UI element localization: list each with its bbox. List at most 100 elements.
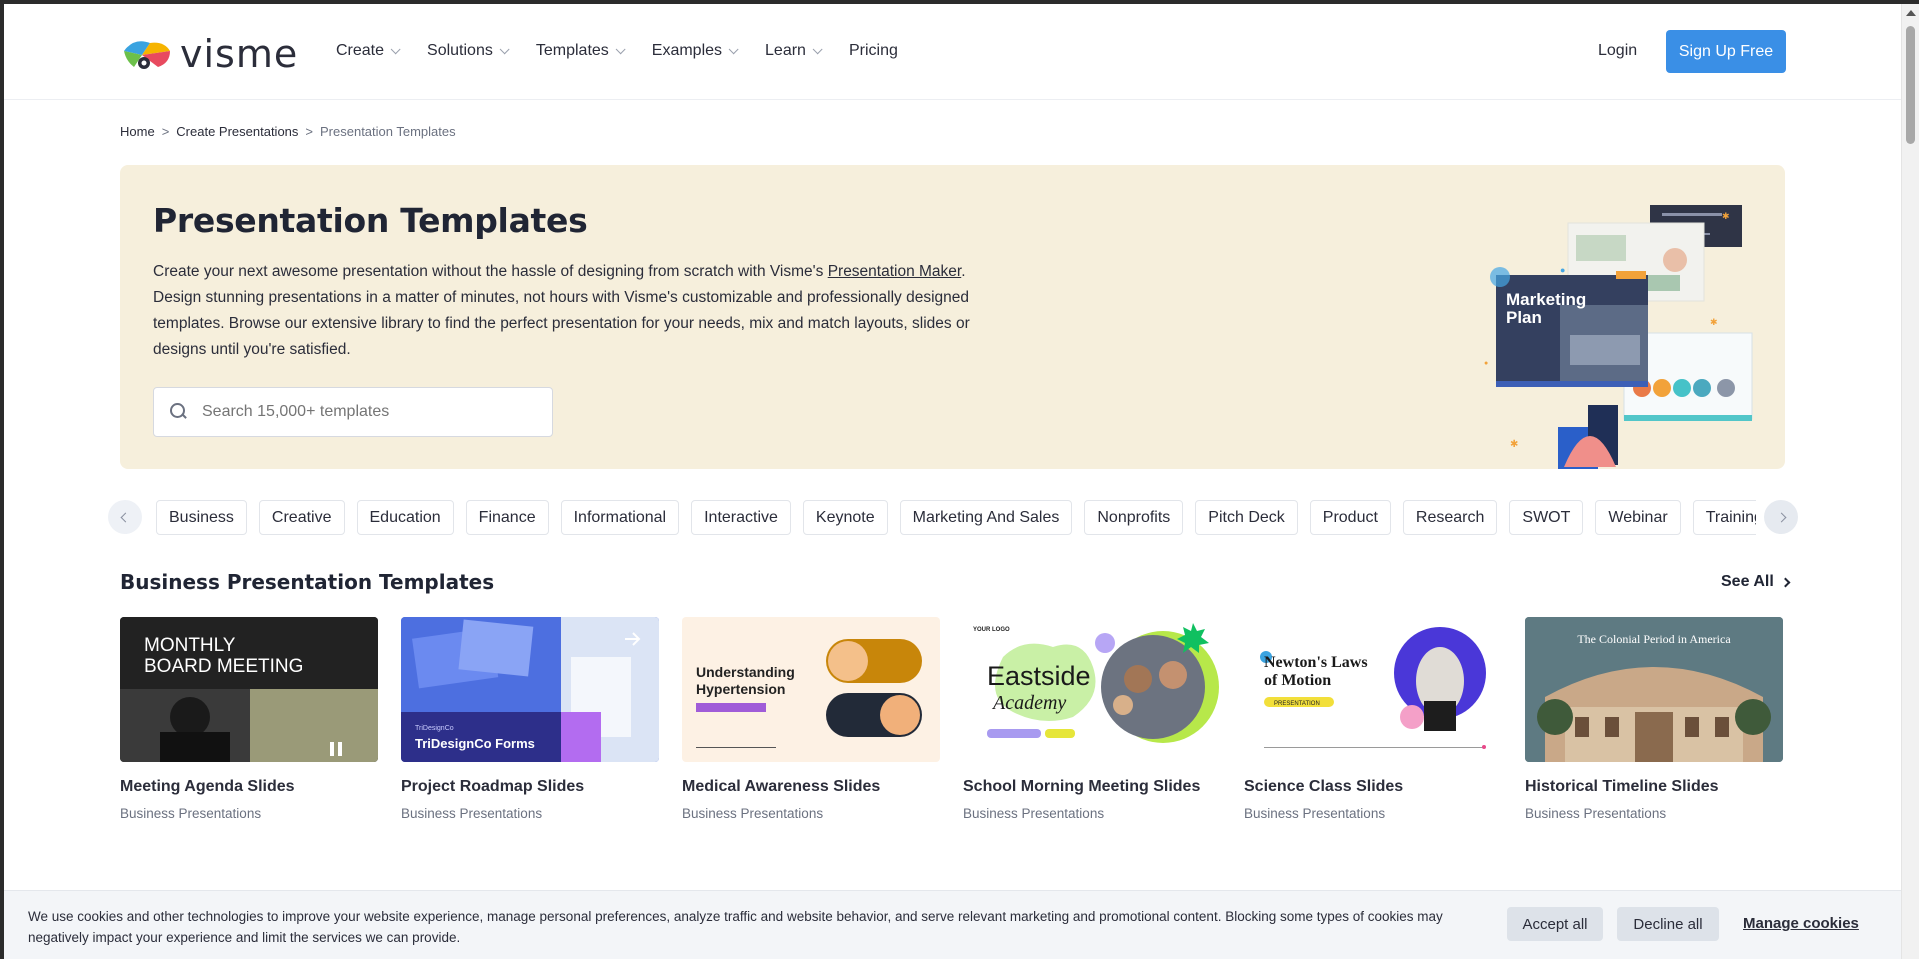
signup-button[interactable]: Sign Up Free — [1666, 30, 1786, 73]
decline-cookies-button[interactable]: Decline all — [1617, 907, 1719, 941]
chevron-down-icon — [812, 43, 823, 54]
manage-cookies-link[interactable]: Manage cookies — [1743, 915, 1859, 932]
template-category: Business Presentations — [1525, 806, 1667, 821]
see-all-link[interactable]: See All — [1721, 573, 1791, 591]
template-title[interactable]: School Morning Meeting Slides — [963, 778, 1221, 796]
template-search — [153, 387, 553, 437]
hero-description-text-1: Create your next awesome presentation wi… — [153, 263, 828, 280]
template-thumbnail[interactable]: The Colonial Period in America — [1525, 617, 1783, 762]
nav-templates[interactable]: Templates — [535, 42, 626, 60]
category-webinar[interactable]: Webinar — [1595, 500, 1681, 535]
template-thumbnail[interactable]: YOUR LOGO Eastside Academy — [963, 617, 1221, 762]
hero-description: Create your next awesome presentation wi… — [153, 259, 993, 363]
category-scroll-right[interactable] — [1764, 500, 1798, 534]
scrollbar-thumb[interactable] — [1906, 26, 1915, 144]
thumb-title: The Colonial Period in America — [1577, 632, 1731, 646]
breadcrumb-separator: > — [161, 124, 170, 139]
nav-solutions-label: Solutions — [427, 42, 493, 59]
thumbnail-art: MONTHLY BOARD MEETING — [120, 617, 378, 762]
template-category: Business Presentations — [1244, 806, 1386, 821]
breadcrumb-create-presentations[interactable]: Create Presentations — [176, 124, 298, 139]
category-product[interactable]: Product — [1309, 500, 1391, 535]
template-card[interactable]: TriDesignCo TriDesignCo Forms Project Ro… — [401, 617, 659, 821]
template-thumbnail[interactable]: TriDesignCo TriDesignCo Forms — [401, 617, 659, 762]
category-swot[interactable]: SWOT — [1509, 500, 1584, 535]
logo-wordmark: visme — [180, 32, 299, 76]
category-training[interactable]: Training Cou — [1692, 500, 1756, 535]
template-thumbnail[interactable]: MONTHLY BOARD MEETING — [120, 617, 378, 762]
window-frame-left — [0, 0, 4, 959]
template-card[interactable]: Understanding Hypertension Medical Aware… — [682, 617, 940, 821]
template-title[interactable]: Project Roadmap Slides — [401, 778, 659, 796]
breadcrumb-separator: > — [305, 124, 313, 139]
template-card[interactable]: YOUR LOGO Eastside Academy School Mornin… — [963, 617, 1221, 821]
thumb-logo: YOUR LOGO — [973, 627, 1010, 633]
chevron-down-icon — [499, 43, 510, 54]
thumb-title: Eastside — [987, 661, 1091, 691]
category-business[interactable]: Business — [156, 500, 247, 535]
template-category: Business Presentations — [963, 806, 1105, 821]
page-title: Presentation Templates — [153, 201, 588, 240]
category-keynote[interactable]: Keynote — [802, 500, 888, 535]
cookie-text: We use cookies and other technologies to… — [28, 909, 1443, 945]
category-nonprofits[interactable]: Nonprofits — [1084, 500, 1184, 535]
svg-text:●: ● — [1484, 360, 1488, 367]
thumbnail-art: The Colonial Period in America — [1525, 617, 1783, 762]
template-title[interactable]: Historical Timeline Slides — [1525, 778, 1783, 796]
svg-text:Academy: Academy — [991, 692, 1066, 714]
category-filter: Business Creative Education Finance Info… — [108, 500, 1798, 536]
svg-text:✱: ✱ — [1510, 439, 1518, 450]
chevron-down-icon — [390, 43, 401, 54]
site-header: visme Create Solutions Templates Example… — [4, 4, 1901, 100]
chevron-down-icon — [728, 43, 739, 54]
category-education[interactable]: Education — [356, 500, 454, 535]
breadcrumb-home[interactable]: Home — [120, 124, 155, 139]
nav-pricing[interactable]: Pricing — [849, 42, 898, 60]
template-title[interactable]: Meeting Agenda Slides — [120, 778, 378, 796]
scroll-up-arrow-icon[interactable] — [1906, 10, 1916, 16]
section-title: Business Presentation Templates — [120, 570, 495, 594]
category-informational[interactable]: Informational — [560, 500, 680, 535]
thumb-title: Newton's Laws — [1264, 654, 1368, 671]
thumbnail-art: TriDesignCo TriDesignCo Forms — [401, 617, 659, 762]
thumbnail-art: YOUR LOGO Eastside Academy — [973, 623, 1219, 743]
template-card[interactable]: MONTHLY BOARD MEETING Meeting Agenda Sli… — [120, 617, 378, 821]
template-thumbnail[interactable]: Understanding Hypertension — [682, 617, 940, 762]
nav-templates-label: Templates — [535, 42, 609, 59]
login-link[interactable]: Login — [1598, 42, 1637, 60]
nav-create[interactable]: Create — [336, 42, 401, 60]
nav-learn[interactable]: Learn — [765, 42, 823, 60]
nav-examples[interactable]: Examples — [652, 42, 739, 60]
template-card[interactable]: The Colonial Period in America Historica… — [1525, 617, 1783, 821]
chevron-right-icon — [1780, 577, 1791, 587]
thumb-badge: PRESENTATION — [1274, 701, 1320, 707]
template-thumbnail[interactable]: Newton's Laws of Motion PRESENTATION — [1244, 617, 1502, 762]
visme-logo-icon — [124, 41, 170, 69]
template-grid: MONTHLY BOARD MEETING Meeting Agenda Sli… — [120, 617, 1783, 821]
accept-cookies-button[interactable]: Accept all — [1507, 907, 1603, 941]
template-category: Business Presentations — [682, 806, 824, 821]
category-marketing-and-sales[interactable]: Marketing And Sales — [899, 500, 1073, 535]
page-scrollbar[interactable] — [1901, 4, 1919, 959]
visme-logo[interactable]: visme — [120, 32, 298, 76]
thumbnail-art: Newton's Laws of Motion PRESENTATION — [1260, 627, 1486, 749]
chevron-right-icon — [1776, 512, 1786, 522]
template-card[interactable]: Newton's Laws of Motion PRESENTATION Sci… — [1244, 617, 1502, 821]
template-title[interactable]: Medical Awareness Slides — [682, 778, 940, 796]
category-research[interactable]: Research — [1402, 500, 1498, 535]
see-all-label: See All — [1721, 573, 1774, 590]
category-interactive[interactable]: Interactive — [691, 500, 791, 535]
category-creative[interactable]: Creative — [258, 500, 345, 535]
template-category: Business Presentations — [120, 806, 262, 821]
category-finance[interactable]: Finance — [465, 500, 549, 535]
category-pitch-deck[interactable]: Pitch Deck — [1195, 500, 1298, 535]
hero-illustration: Marketing Plan ✱ ● ✱ ✱ ● — [1484, 205, 1753, 469]
presentation-maker-link[interactable]: Presentation Maker — [828, 263, 962, 280]
thumb-title: TriDesignCo Forms — [415, 736, 535, 751]
category-scroll-left[interactable] — [108, 500, 142, 534]
template-title[interactable]: Science Class Slides — [1244, 778, 1502, 796]
nav-solutions[interactable]: Solutions — [427, 42, 510, 60]
hero-banner: Presentation Templates Create your next … — [120, 165, 1785, 469]
hero-art-slide-title-1: Marketing — [1506, 290, 1586, 309]
search-input[interactable] — [202, 403, 532, 421]
